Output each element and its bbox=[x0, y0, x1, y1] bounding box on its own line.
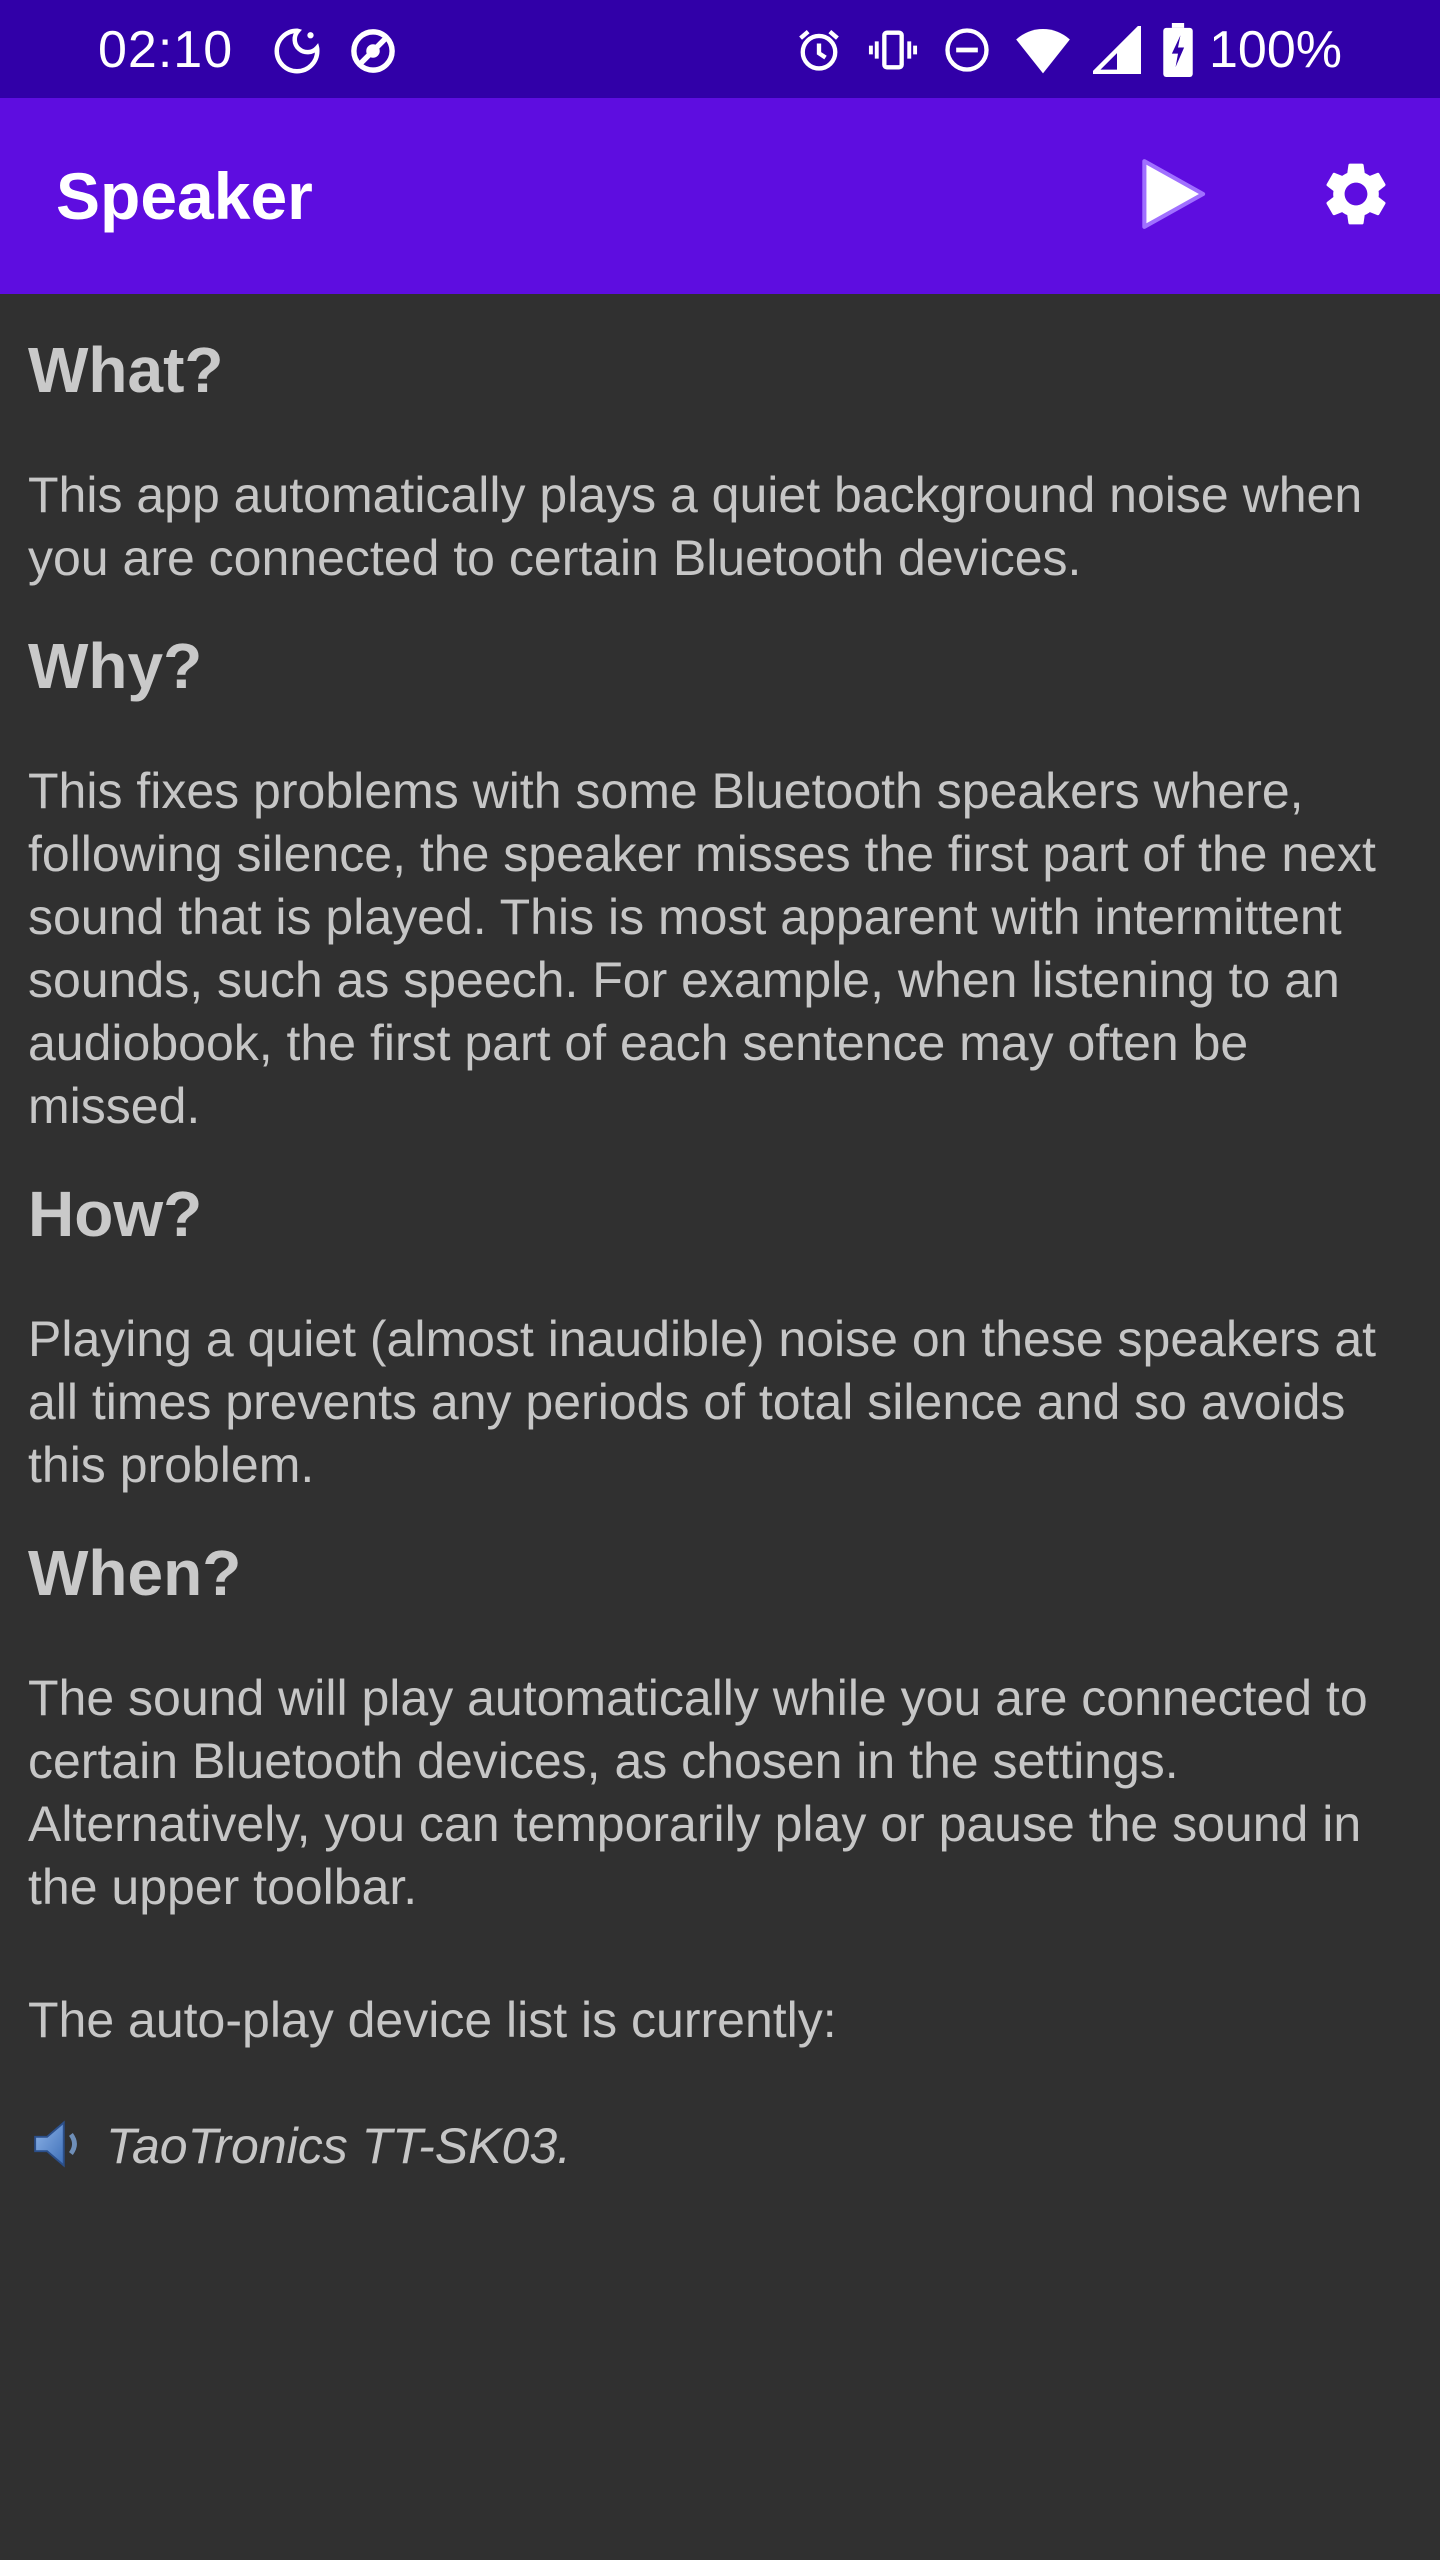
cell-signal-icon bbox=[1093, 26, 1141, 74]
status-time: 02:10 bbox=[98, 21, 234, 79]
section-heading-why: Why? bbox=[28, 630, 203, 702]
dnd-minus-icon bbox=[941, 24, 993, 76]
status-left-icons bbox=[270, 24, 400, 78]
device-list-intro: The auto-play device list is currently: bbox=[28, 1992, 837, 2048]
wifi-icon bbox=[1015, 24, 1071, 76]
battery-charging-icon bbox=[1163, 23, 1193, 77]
status-right-icons: 100% bbox=[793, 20, 1342, 80]
section-heading-when: When? bbox=[28, 1537, 242, 1609]
settings-button[interactable] bbox=[1308, 148, 1404, 244]
status-bar: 02:10 100% bbox=[0, 0, 1440, 98]
section-body-when: The sound will play automatically while … bbox=[28, 1670, 1368, 1915]
play-icon bbox=[1136, 156, 1208, 237]
section-body-how: Playing a quiet (almost inaudible) noise… bbox=[28, 1311, 1377, 1493]
data-saver-icon bbox=[346, 24, 400, 78]
about-content: What? This app automatically plays a qui… bbox=[28, 294, 1418, 2179]
app-title: Speaker bbox=[56, 159, 313, 233]
speaker-icon bbox=[28, 2114, 90, 2179]
alarm-icon bbox=[793, 24, 845, 76]
play-button[interactable] bbox=[1124, 148, 1220, 244]
vibrate-icon bbox=[867, 24, 919, 76]
do-not-disturb-moon-icon bbox=[270, 24, 324, 78]
section-heading-what: What? bbox=[28, 334, 224, 406]
device-name: TaoTronics TT-SK03. bbox=[106, 2118, 572, 2174]
section-body-why: This fixes problems with some Bluetooth … bbox=[28, 763, 1376, 1134]
settings-gear-icon bbox=[1318, 156, 1394, 237]
battery-percent: 100% bbox=[1209, 21, 1342, 79]
section-body-what: This app automatically plays a quiet bac… bbox=[28, 467, 1363, 586]
device-list-item: TaoTronics TT-SK03. bbox=[28, 2114, 1418, 2179]
app-bar: Speaker bbox=[0, 98, 1440, 294]
section-heading-how: How? bbox=[28, 1178, 203, 1250]
